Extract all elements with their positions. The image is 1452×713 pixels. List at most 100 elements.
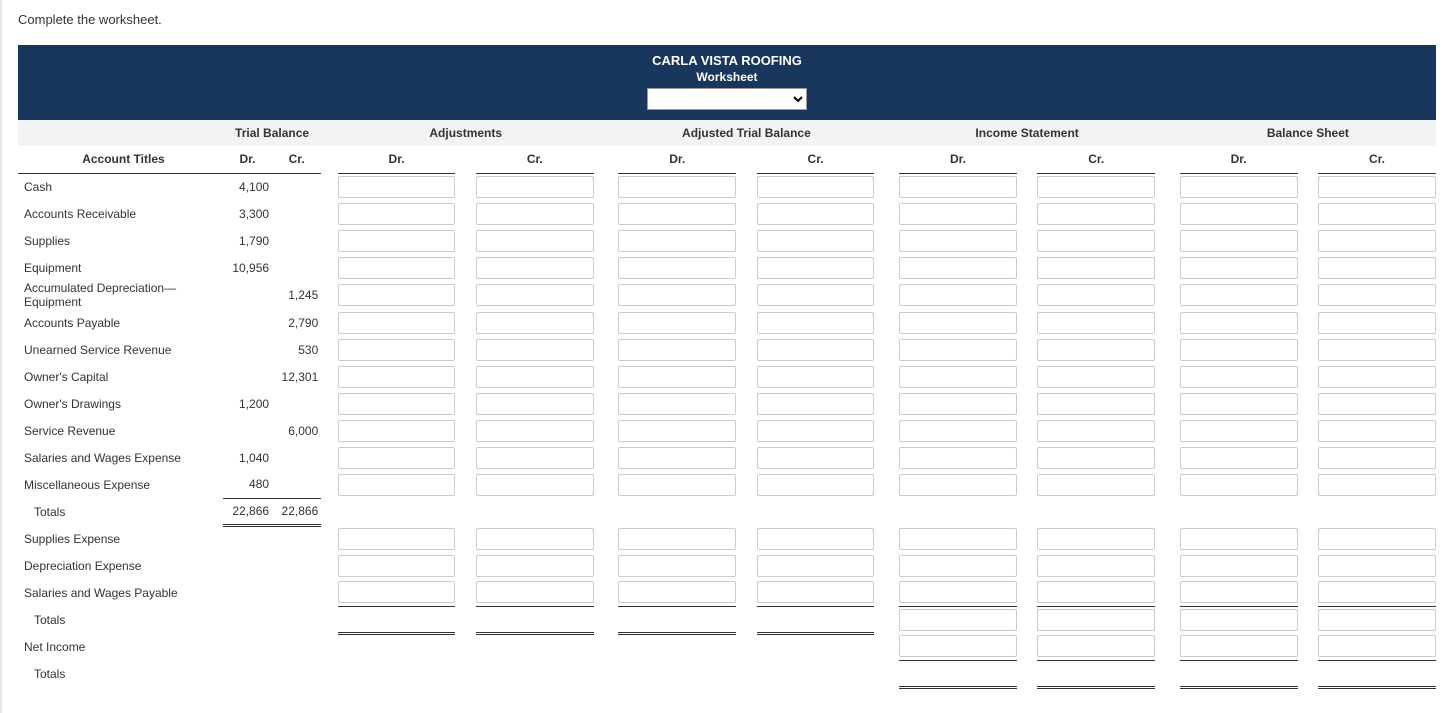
cell-input[interactable] (899, 230, 1017, 252)
cell-input[interactable] (1318, 176, 1436, 198)
cell-input[interactable] (899, 203, 1017, 225)
cell-input[interactable] (338, 447, 456, 469)
cell-input[interactable] (1180, 312, 1298, 334)
cell-input[interactable] (338, 366, 456, 388)
cell-input[interactable] (1037, 284, 1155, 306)
cell-input[interactable] (899, 366, 1017, 388)
cell-input[interactable] (618, 176, 736, 198)
cell-input[interactable] (476, 555, 594, 577)
period-select[interactable] (647, 88, 807, 110)
cell-input[interactable] (757, 339, 875, 361)
cell-input[interactable] (618, 284, 736, 306)
cell-input[interactable] (1037, 474, 1155, 496)
cell-input[interactable] (476, 420, 594, 442)
cell-input[interactable] (476, 176, 594, 198)
cell-input[interactable] (476, 581, 594, 603)
cell-input[interactable] (1318, 420, 1436, 442)
cell-input[interactable] (618, 447, 736, 469)
cell-input[interactable] (757, 176, 875, 198)
cell-input[interactable] (476, 284, 594, 306)
cell-input[interactable] (899, 420, 1017, 442)
cell-input[interactable] (1318, 555, 1436, 577)
cell-input[interactable] (1318, 257, 1436, 279)
cell-input[interactable] (1180, 203, 1298, 225)
cell-input[interactable] (757, 528, 875, 550)
totals2-is-cr-input[interactable] (1037, 609, 1155, 631)
cell-input[interactable] (757, 284, 875, 306)
cell-input[interactable] (1180, 420, 1298, 442)
cell-input[interactable] (338, 581, 456, 603)
cell-input[interactable] (618, 203, 736, 225)
cell-input[interactable] (1037, 366, 1155, 388)
cell-input[interactable] (338, 203, 456, 225)
cell-input[interactable] (1180, 474, 1298, 496)
cell-input[interactable] (1180, 393, 1298, 415)
cell-input[interactable] (1037, 312, 1155, 334)
totals2-bs-dr-input[interactable] (1180, 609, 1298, 631)
totals2-is-dr-input[interactable] (899, 609, 1017, 631)
cell-input[interactable] (338, 230, 456, 252)
cell-input[interactable] (618, 393, 736, 415)
cell-input[interactable] (899, 176, 1017, 198)
cell-input[interactable] (338, 393, 456, 415)
cell-input[interactable] (338, 176, 456, 198)
cell-input[interactable] (476, 203, 594, 225)
cell-input[interactable] (476, 393, 594, 415)
cell-input[interactable] (757, 312, 875, 334)
cell-input[interactable] (1318, 474, 1436, 496)
cell-input[interactable] (757, 230, 875, 252)
totals2-bs-cr-input[interactable] (1318, 609, 1436, 631)
cell-input[interactable] (618, 366, 736, 388)
cell-input[interactable] (757, 447, 875, 469)
cell-input[interactable] (618, 230, 736, 252)
cell-input[interactable] (1180, 366, 1298, 388)
cell-input[interactable] (338, 528, 456, 550)
cell-input[interactable] (1318, 581, 1436, 603)
cell-input[interactable] (618, 420, 736, 442)
cell-input[interactable] (1180, 257, 1298, 279)
cell-input[interactable] (618, 555, 736, 577)
cell-input[interactable] (1318, 528, 1436, 550)
cell-input[interactable] (1318, 339, 1436, 361)
cell-input[interactable] (618, 528, 736, 550)
netincome-bs-dr-input[interactable] (1180, 635, 1298, 657)
cell-input[interactable] (1180, 581, 1298, 603)
cell-input[interactable] (618, 257, 736, 279)
cell-input[interactable] (476, 474, 594, 496)
cell-input[interactable] (757, 393, 875, 415)
cell-input[interactable] (1318, 230, 1436, 252)
cell-input[interactable] (1037, 581, 1155, 603)
cell-input[interactable] (899, 528, 1017, 550)
cell-input[interactable] (1318, 312, 1436, 334)
cell-input[interactable] (1318, 203, 1436, 225)
cell-input[interactable] (1180, 555, 1298, 577)
cell-input[interactable] (476, 312, 594, 334)
cell-input[interactable] (618, 312, 736, 334)
cell-input[interactable] (1037, 203, 1155, 225)
cell-input[interactable] (757, 555, 875, 577)
cell-input[interactable] (1037, 555, 1155, 577)
cell-input[interactable] (899, 474, 1017, 496)
cell-input[interactable] (476, 257, 594, 279)
cell-input[interactable] (1037, 393, 1155, 415)
cell-input[interactable] (1318, 393, 1436, 415)
cell-input[interactable] (899, 339, 1017, 361)
cell-input[interactable] (1180, 339, 1298, 361)
cell-input[interactable] (1180, 176, 1298, 198)
cell-input[interactable] (476, 366, 594, 388)
cell-input[interactable] (757, 474, 875, 496)
cell-input[interactable] (1318, 284, 1436, 306)
cell-input[interactable] (1037, 230, 1155, 252)
cell-input[interactable] (1037, 420, 1155, 442)
cell-input[interactable] (899, 257, 1017, 279)
cell-input[interactable] (1037, 176, 1155, 198)
netincome-bs-cr-input[interactable] (1318, 635, 1436, 657)
cell-input[interactable] (757, 366, 875, 388)
cell-input[interactable] (899, 555, 1017, 577)
cell-input[interactable] (1037, 447, 1155, 469)
cell-input[interactable] (757, 581, 875, 603)
cell-input[interactable] (618, 581, 736, 603)
cell-input[interactable] (618, 339, 736, 361)
cell-input[interactable] (899, 284, 1017, 306)
cell-input[interactable] (1180, 230, 1298, 252)
